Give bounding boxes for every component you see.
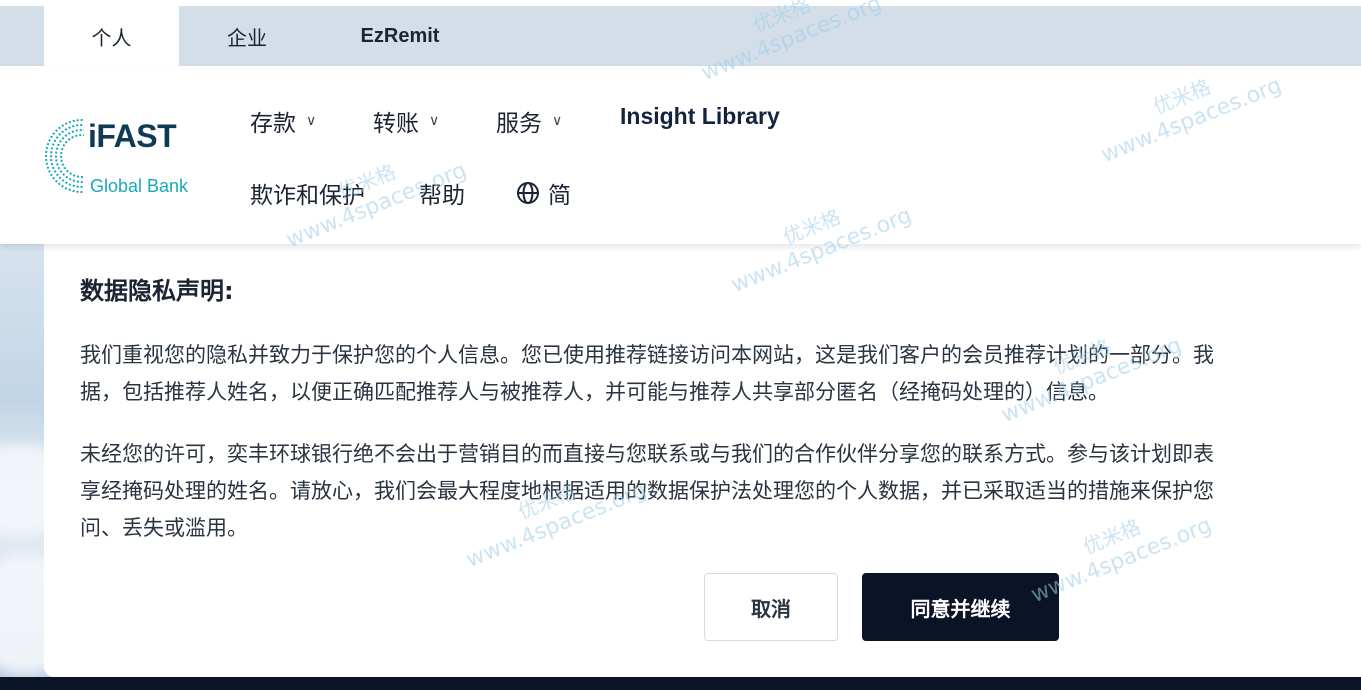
logo-brand: iFAST: [88, 118, 177, 154]
nav-transfers[interactable]: 转账 ∨: [373, 104, 439, 138]
nav-services-label: 服务: [496, 111, 542, 137]
chevron-down-icon: ∨: [306, 113, 317, 129]
agree-continue-button[interactable]: 同意并继续: [862, 573, 1059, 641]
nav-fraud-protection[interactable]: 欺诈和保护: [250, 176, 365, 210]
site-header: iFAST Global Bank 存款 ∨ 转账 ∨ 服务 ∨ Insight…: [0, 66, 1361, 244]
nav-services[interactable]: 服务 ∨: [496, 104, 562, 138]
privacy-paragraph-1-line-2: 据，包括推荐人姓名，以便正确匹配推荐人与被推荐人，并可能与推荐人共享部分匿名（经…: [80, 380, 1109, 404]
chevron-down-icon: ∨: [552, 113, 563, 129]
privacy-paragraph-2-line-1: 未经您的许可，奕丰环球银行绝不会出于营销目的而直接与您联系或与我们的合作伙伴分享…: [80, 442, 1214, 466]
top-tab-bar: 个人 企业 EzRemit: [0, 0, 1361, 66]
language-label: 简: [548, 183, 571, 209]
globe-icon: [517, 182, 539, 204]
nav-help[interactable]: 帮助: [419, 176, 465, 210]
footer-strip: [0, 677, 1361, 690]
tab-ezremit[interactable]: EzRemit: [330, 6, 470, 66]
language-switcher[interactable]: 简: [516, 176, 571, 210]
cancel-button[interactable]: 取消: [704, 573, 838, 641]
ifast-logo[interactable]: iFAST Global Bank: [44, 116, 214, 200]
nav-deposits[interactable]: 存款 ∨: [250, 104, 316, 138]
tab-personal[interactable]: 个人: [44, 6, 179, 66]
nav-insight-library[interactable]: Insight Library: [620, 103, 780, 130]
nav-deposits-label: 存款: [250, 111, 296, 137]
chevron-down-icon: ∨: [429, 113, 440, 129]
privacy-paragraph-1-line-1: 我们重视您的隐私并致力于保护您的个人信息。您已使用推荐链接访问本网站，这是我们客…: [80, 343, 1214, 367]
data-privacy-modal: 数据隐私声明: 我们重视您的隐私并致力于保护您的个人信息。您已使用推荐链接访问本…: [44, 230, 1361, 677]
logo-subtitle: Global Bank: [90, 176, 189, 196]
nav-transfers-label: 转账: [373, 111, 419, 137]
modal-title: 数据隐私声明:: [80, 277, 234, 305]
privacy-paragraph-2-line-3: 问、丢失或滥用。: [80, 516, 248, 540]
tab-business[interactable]: 企业: [182, 6, 312, 66]
privacy-paragraph-2-line-2: 享经掩码处理的姓名。请放心，我们会最大程度地根据适用的数据保护法处理您的个人数据…: [80, 479, 1214, 503]
